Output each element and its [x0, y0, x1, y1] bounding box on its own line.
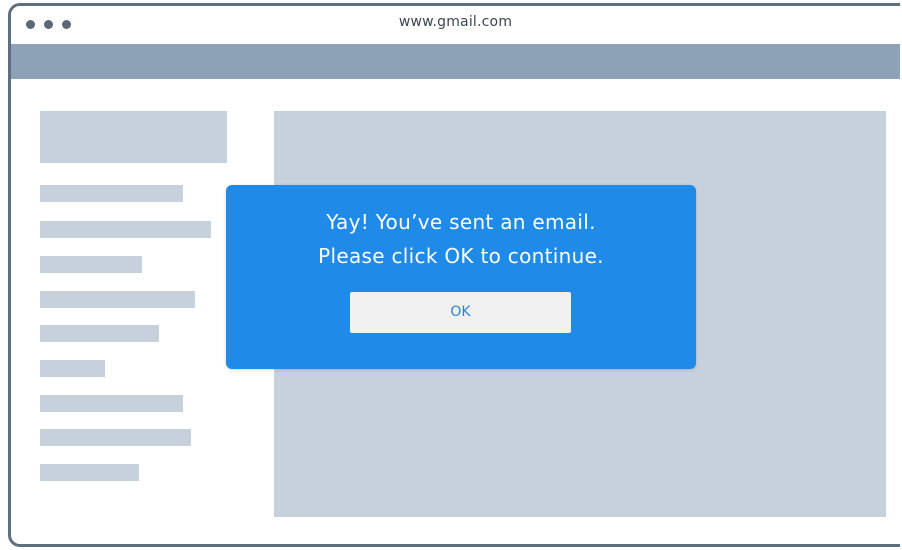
address-bar-url[interactable]: www.gmail.com — [11, 14, 900, 30]
sidebar-header-placeholder — [40, 111, 227, 163]
browser-window: www.gmail.com Yay! You’ve sent an email.… — [8, 3, 900, 547]
sidebar-item-placeholder — [40, 325, 159, 342]
dialog-message-line-1: Yay! You’ve sent an email. — [326, 210, 596, 234]
sidebar-item-placeholder — [40, 256, 142, 273]
sidebar-item-placeholder — [40, 221, 211, 238]
sidebar-item-placeholder — [40, 395, 183, 412]
sidebar-item-placeholder — [40, 185, 183, 202]
browser-titlebar: www.gmail.com — [11, 6, 900, 44]
dialog-message-line-2: Please click OK to continue. — [318, 244, 604, 268]
sidebar-item-placeholder — [40, 464, 139, 481]
confirmation-dialog: Yay! You’ve sent an email. Please click … — [226, 185, 696, 369]
ok-button[interactable]: OK — [350, 292, 571, 333]
browser-toolbar — [11, 44, 900, 79]
sidebar-item-placeholder — [40, 291, 195, 308]
sidebar-item-placeholder — [40, 360, 105, 377]
sidebar-item-placeholder — [40, 429, 191, 446]
